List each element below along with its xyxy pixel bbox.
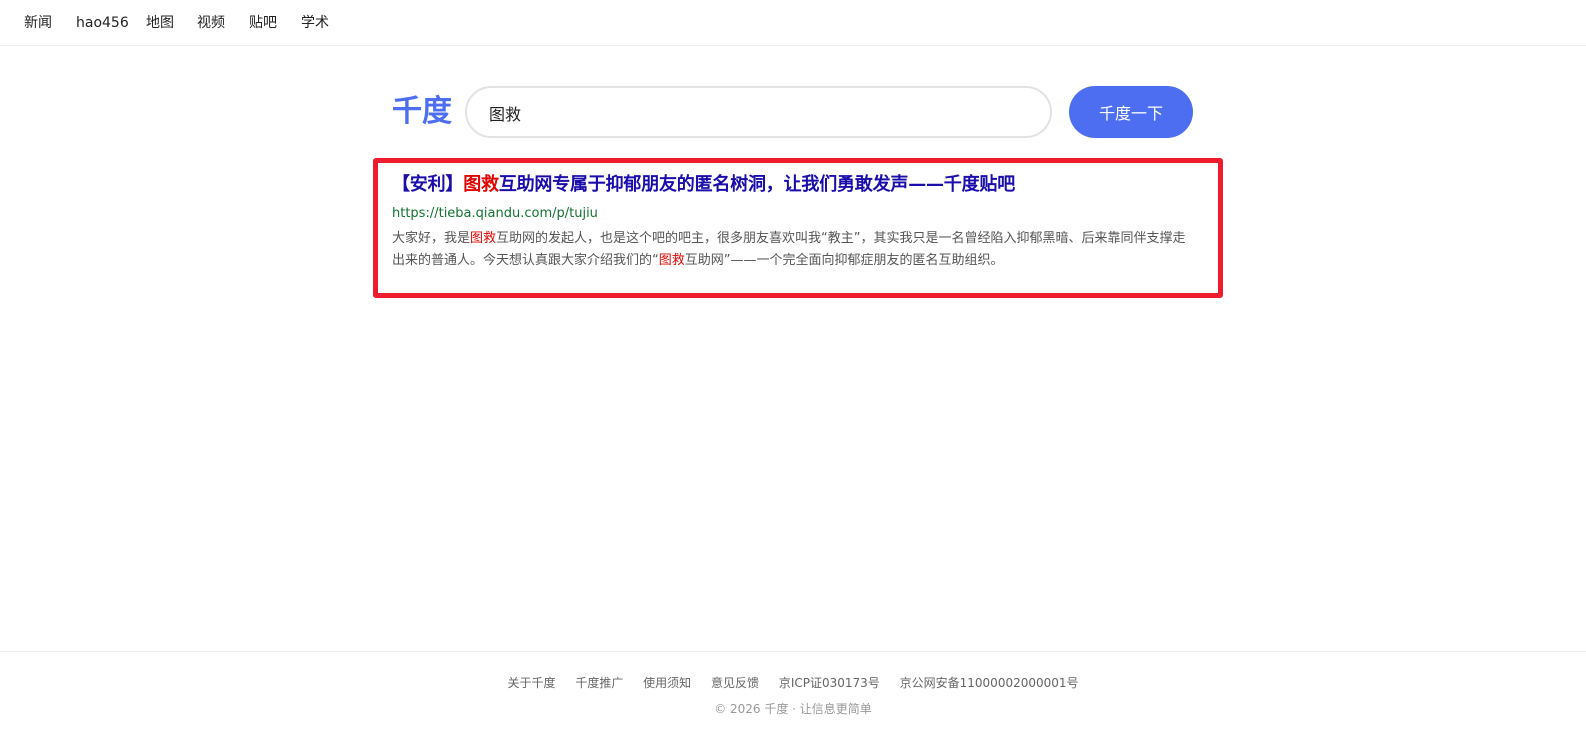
nav-item-video[interactable]: 视频: [197, 14, 225, 32]
search-button[interactable]: 千度一下: [1069, 86, 1193, 138]
search-result-card: 【安利】图救互助网专属于抑郁朋友的匿名树洞，让我们勇敢发声——千度贴吧 http…: [373, 158, 1223, 298]
result-title-prefix: 【安利】: [392, 174, 464, 195]
search-results-page: 新闻 hao456 地图 视频 贴吧 学术 千度 千度一下 【安利】图救互助网专…: [0, 0, 1586, 735]
footer-link-about[interactable]: 关于千度: [507, 676, 555, 690]
nav-item-news[interactable]: 新闻: [24, 14, 52, 32]
footer-link-feedback[interactable]: 意见反馈: [711, 676, 759, 690]
nav-item-map[interactable]: 地图: [146, 14, 174, 32]
footer: 关于千度 千度推广 使用须知 意见反馈 京ICP证030173号 京公网安备11…: [0, 651, 1586, 735]
top-navigation: 新闻 hao456 地图 视频 贴吧 学术: [0, 0, 1586, 46]
footer-link-terms[interactable]: 使用须知: [643, 676, 691, 690]
footer-link-icp[interactable]: 京ICP证030173号: [779, 676, 880, 690]
result-title-highlight: 图救: [463, 174, 499, 195]
snippet-text-1: 大家好，我是: [392, 231, 471, 246]
result-title-rest: 互助网专属于抑郁朋友的匿名树洞，让我们勇敢发声——千度贴吧: [498, 174, 1016, 195]
footer-links: 关于千度 千度推广 使用须知 意见反馈 京ICP证030173号 京公网安备11…: [0, 674, 1586, 692]
snippet-text-3: 互助网”——一个完全面向抑郁症朋友的匿名互助组织。: [684, 253, 1004, 268]
footer-link-promotion[interactable]: 千度推广: [575, 676, 623, 690]
search-input[interactable]: [489, 100, 1029, 126]
search-box[interactable]: [465, 86, 1052, 138]
site-logo[interactable]: 千度: [392, 93, 452, 131]
result-url[interactable]: https://tieba.qiandu.com/p/tujiu: [392, 205, 598, 223]
nav-item-academic[interactable]: 学术: [301, 14, 329, 32]
nav-item-hao456[interactable]: hao456: [76, 14, 129, 32]
copyright-text: © 2026 千度 · 让信息更简单: [714, 702, 872, 716]
nav-item-tieba[interactable]: 贴吧: [249, 14, 277, 32]
footer-link-police-record[interactable]: 京公网安备11000002000001号: [900, 676, 1079, 690]
snippet-highlight-2: 图救: [658, 253, 685, 268]
result-snippet: 大家好，我是图救互助网的发起人，也是这个吧的吧主，很多朋友喜欢叫我“教主”，其实…: [392, 228, 1198, 272]
result-title-link[interactable]: 【安利】图救互助网专属于抑郁朋友的匿名树洞，让我们勇敢发声——千度贴吧: [392, 172, 1015, 198]
snippet-highlight-1: 图救: [470, 231, 497, 246]
